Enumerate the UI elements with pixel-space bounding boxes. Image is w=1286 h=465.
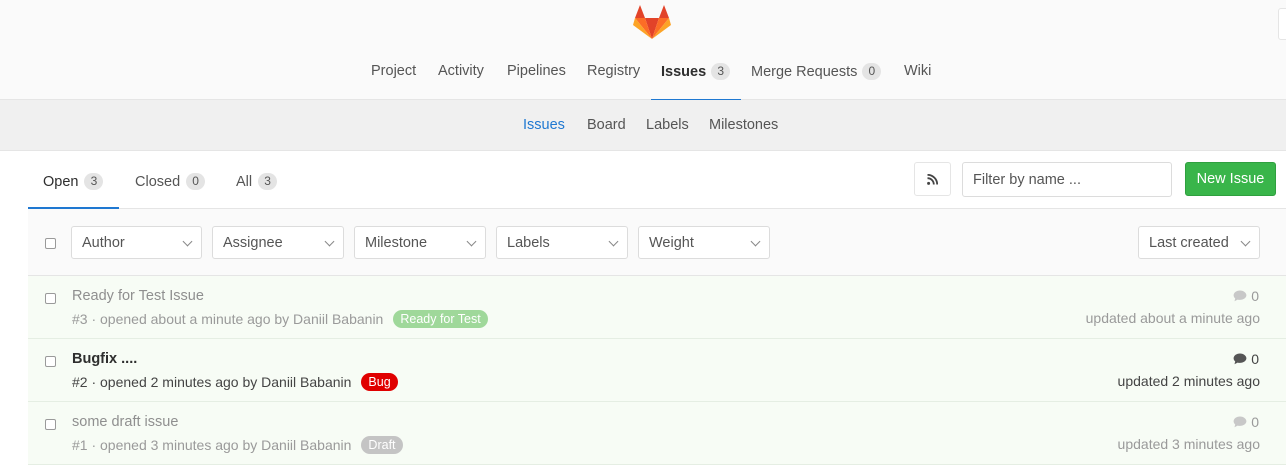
chevron-down-icon: [1240, 236, 1251, 247]
nav-merge-requests[interactable]: Merge Requests 0: [751, 63, 882, 100]
dropdown-label: Labels: [507, 234, 550, 251]
author-dropdown[interactable]: Author: [71, 226, 202, 259]
nav-project[interactable]: Project: [371, 63, 416, 100]
issue-updated-time: updated 3 minutes ago: [1117, 436, 1260, 452]
merge-requests-count-badge: 0: [862, 63, 882, 80]
nav-activity[interactable]: Activity: [438, 63, 484, 100]
comments-icon: [1233, 290, 1247, 302]
assignee-dropdown[interactable]: Assignee: [212, 226, 344, 259]
chevron-down-icon: [750, 236, 761, 247]
closed-count-badge: 0: [186, 173, 206, 190]
tab-label: Closed: [135, 174, 181, 190]
top-header: Project Activity Pipelines Registry Issu…: [0, 0, 1286, 101]
nav-label: Issues: [661, 64, 707, 80]
issue-filter-bar: Author Assignee Milestone Labels Weight …: [28, 209, 1286, 276]
tab-label: All: [236, 174, 253, 190]
issue-meta-text: #2 · opened 2 minutes ago by Daniil Baba…: [72, 374, 352, 390]
filter-by-name-input[interactable]: [962, 162, 1172, 197]
issue-row[interactable]: some draft issue #1 · opened 3 minutes a…: [28, 402, 1286, 465]
dropdown-label: Assignee: [223, 234, 283, 251]
issue-checkbox[interactable]: [45, 419, 56, 430]
select-all-checkbox[interactable]: [45, 238, 56, 249]
issue-meta-text: #3 · opened about a minute ago by Daniil…: [72, 311, 384, 327]
subnav-labels[interactable]: Labels: [646, 117, 689, 133]
comment-count[interactable]: 0: [1233, 351, 1259, 367]
open-count-badge: 3: [84, 173, 104, 190]
issue-meta: #2 · opened 2 minutes ago by Daniil Baba…: [72, 373, 398, 391]
chevron-down-icon: [324, 236, 335, 247]
issues-count-badge: 3: [711, 63, 731, 80]
nav-label: Merge Requests: [751, 64, 858, 80]
comments-icon: [1233, 416, 1247, 428]
issue-checkbox[interactable]: [45, 293, 56, 304]
nav-label: Project: [371, 63, 417, 79]
comment-count-value: 0: [1251, 351, 1259, 367]
issue-row[interactable]: Ready for Test Issue #3 · opened about a…: [28, 276, 1286, 339]
issue-meta: #3 · opened about a minute ago by Daniil…: [72, 310, 488, 328]
labels-dropdown[interactable]: Labels: [496, 226, 628, 259]
issue-updated-time: updated 2 minutes ago: [1117, 373, 1260, 389]
new-issue-button[interactable]: New Issue: [1185, 162, 1276, 196]
subnav-milestones[interactable]: Milestones: [709, 117, 778, 133]
issue-meta-text: #1 · opened 3 minutes ago by Daniil Baba…: [72, 437, 352, 453]
chevron-down-icon: [466, 236, 477, 247]
tab-label: Open: [43, 174, 79, 190]
nav-label: Activity: [438, 63, 484, 79]
comment-count-value: 0: [1251, 414, 1259, 430]
tab-open[interactable]: Open 3: [28, 152, 119, 209]
issue-checkbox[interactable]: [45, 356, 56, 367]
comment-count[interactable]: 0: [1233, 414, 1259, 430]
nav-issues[interactable]: Issues 3: [650, 63, 742, 101]
nav-label: Wiki: [904, 63, 932, 79]
tab-all[interactable]: All 3: [236, 152, 278, 208]
rss-icon: [927, 173, 938, 185]
sort-dropdown[interactable]: Last created: [1138, 226, 1260, 259]
issue-label-badge[interactable]: Draft: [361, 436, 403, 454]
all-count-badge: 3: [258, 173, 278, 190]
dropdown-label: Milestone: [365, 234, 428, 251]
dropdown-label: Weight: [649, 234, 694, 251]
chevron-down-icon: [608, 236, 619, 247]
chevron-down-icon: [182, 236, 193, 247]
rss-feed-button[interactable]: [914, 162, 951, 196]
issue-title[interactable]: Ready for Test Issue: [72, 288, 204, 304]
dropdown-label: Author: [82, 234, 125, 251]
nav-wiki[interactable]: Wiki: [904, 63, 931, 100]
milestone-dropdown[interactable]: Milestone: [354, 226, 486, 259]
comment-count-value: 0: [1251, 288, 1259, 304]
nav-label: Registry: [587, 63, 641, 79]
issue-title[interactable]: Bugfix ....: [72, 351, 137, 367]
issue-label-badge[interactable]: Bug: [361, 373, 398, 391]
comments-icon: [1233, 353, 1247, 365]
subnav-board[interactable]: Board: [587, 117, 626, 133]
sort-label: Last created: [1149, 234, 1229, 251]
nav-pipelines[interactable]: Pipelines: [507, 63, 566, 100]
issue-meta: #1 · opened 3 minutes ago by Daniil Baba…: [72, 436, 403, 454]
project-nav: Project Activity Pipelines Registry Issu…: [0, 0, 1286, 101]
nav-registry[interactable]: Registry: [587, 63, 640, 100]
issue-row[interactable]: Bugfix .... #2 · opened 2 minutes ago by…: [28, 339, 1286, 402]
comment-count[interactable]: 0: [1233, 288, 1259, 304]
subnav-issues[interactable]: Issues: [523, 117, 565, 133]
nav-label: Pipelines: [507, 63, 566, 79]
weight-dropdown[interactable]: Weight: [638, 226, 770, 259]
issue-updated-time: updated about a minute ago: [1085, 310, 1260, 326]
tab-closed[interactable]: Closed 0: [135, 152, 206, 208]
issues-subnav: Issues Board Labels Milestones: [0, 100, 1286, 151]
issue-label-badge[interactable]: Ready for Test: [393, 310, 488, 328]
issue-title[interactable]: some draft issue: [72, 414, 178, 430]
